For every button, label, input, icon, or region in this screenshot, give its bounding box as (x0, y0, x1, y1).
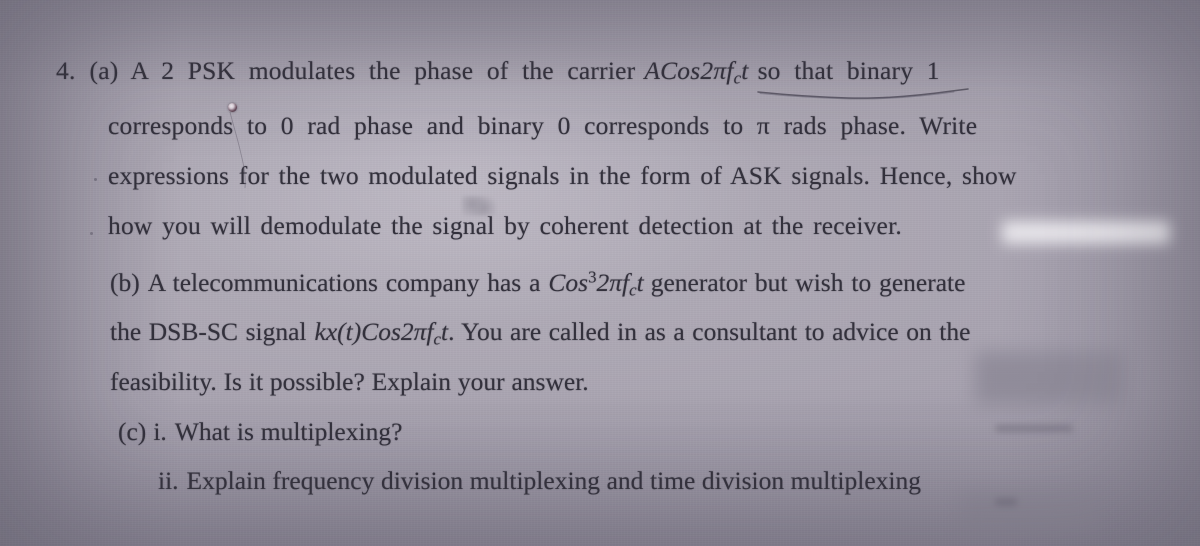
line-1-text-after-formula: so that binary 1 (757, 56, 940, 85)
question-line-4: how you will demodulate the signal by co… (108, 211, 902, 240)
roman-numeral-ii: ii. (158, 466, 179, 495)
line-9-text: Explain frequency division multiplexing … (186, 466, 921, 495)
line-6-text-after-formula: . You are called in as a consultant to a… (448, 317, 971, 346)
question-line-3: expressions for the two modulated signal… (108, 161, 1017, 190)
question-line-7: feasibility. Is it possible? Explain you… (110, 367, 589, 396)
question-line-2: corresponds to 0 rad phase and binary 0 … (108, 111, 978, 140)
question-line-8: (c) i. What is multiplexing? (118, 419, 402, 445)
part-label-c: (c) (118, 417, 147, 446)
question-line-5: (b) A telecommunications company has a Cos… (110, 267, 966, 300)
question-line-9: ii. Explain frequency division multiplexi… (158, 468, 921, 494)
exam-question-photo: 4. (a) A 2 PSK modulates the phase of the … (0, 0, 1200, 546)
dsb-sc-formula: kx(t)Cos2πfct (314, 317, 449, 349)
part-label-b: (b) (110, 267, 140, 297)
carrier-formula: ACos2πfct (644, 56, 749, 88)
cos-cubed-formula: Cos32πfct (548, 267, 644, 300)
line-1-text-before-formula: A 2 PSK modulates the phase of the carri… (130, 56, 636, 85)
part-label-a: (a) (89, 56, 119, 85)
question-number: 4. (56, 56, 76, 85)
question-line-1: 4. (a) A 2 PSK modulates the phase of the … (56, 58, 940, 88)
line-5-text-after-formula: generator but wish to generate (650, 267, 966, 297)
line-6-text-before-formula: the DSB-SC signal (110, 317, 307, 346)
roman-numeral-i: i. (153, 417, 167, 446)
line-8-text: What is multiplexing? (174, 417, 403, 446)
line-5-text-before-formula: A telecommunications company has a (147, 267, 541, 297)
question-line-6: the DSB-SC signal kx(t)Cos2πfct. You are … (110, 319, 970, 349)
